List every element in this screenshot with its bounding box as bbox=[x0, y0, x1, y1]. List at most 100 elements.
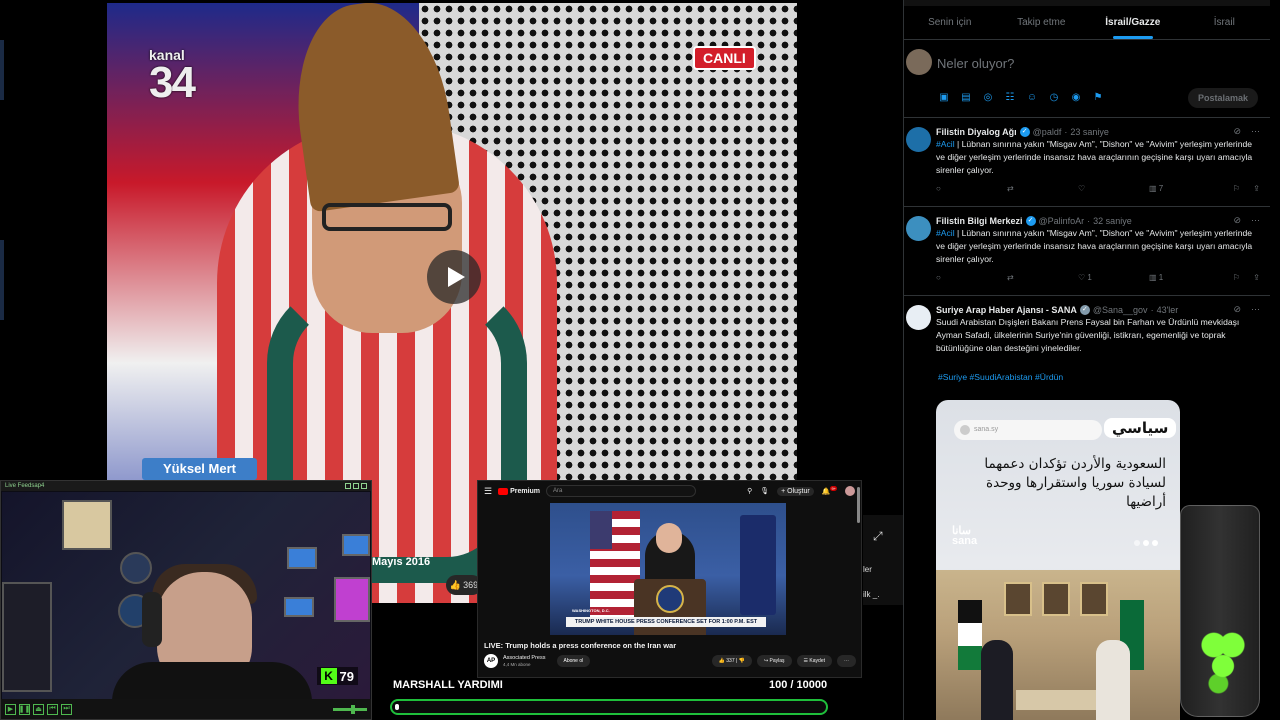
feed-titlebar[interactable]: Live Feedsap4 bbox=[1, 481, 371, 491]
monitor bbox=[284, 597, 314, 617]
views-count: 1 bbox=[1158, 273, 1164, 282]
author-name[interactable]: Filistin Diyalog Ağı bbox=[936, 127, 1017, 137]
more-options-icon[interactable]: ⋯ bbox=[1251, 304, 1260, 315]
emoji-icon[interactable]: ☺ bbox=[1026, 92, 1038, 104]
left-edge-decoration bbox=[0, 240, 4, 320]
microphone-icon[interactable]: 🎙 bbox=[760, 487, 769, 495]
retweet-icon[interactable]: ⇄ bbox=[1007, 184, 1078, 193]
pause-icon[interactable]: ❚❚ bbox=[19, 703, 30, 715]
grok-icon[interactable]: ⊘ bbox=[1233, 126, 1241, 137]
youtube-play-icon bbox=[498, 487, 509, 495]
youtube-player[interactable]: WASHINGTON, D.C. TRUMP WHITE HOUSE PRESS… bbox=[550, 503, 786, 635]
more-options-icon[interactable]: ⋯ bbox=[1251, 126, 1260, 137]
youtube-logo[interactable]: Premium bbox=[498, 487, 540, 495]
speaker-face bbox=[656, 523, 682, 553]
search-icon[interactable]: ⚲ bbox=[747, 487, 752, 495]
reply-icon[interactable]: ○ bbox=[936, 273, 1007, 282]
more-options-icon[interactable]: ⋯ bbox=[837, 655, 856, 667]
live-feed-window[interactable]: Live Feedsap4 K 79 ▶ ❚❚ ⏏ ⏮ ⏭ bbox=[0, 480, 372, 720]
gif-icon[interactable]: ▤ bbox=[960, 92, 972, 104]
shelf bbox=[2, 582, 52, 692]
grok-icon[interactable]: ⊘ bbox=[1233, 215, 1241, 226]
presidential-flag bbox=[740, 515, 776, 615]
avatar[interactable] bbox=[845, 486, 855, 496]
author-name[interactable]: Suriye Arap Haber Ajansı - SANA bbox=[936, 305, 1077, 315]
hamburger-menu-icon[interactable]: ☰ bbox=[484, 486, 492, 497]
bookmark-icon[interactable]: ⚐ bbox=[1220, 273, 1240, 282]
like-count: 337 bbox=[726, 658, 735, 664]
goal-count: 100 / 10000 bbox=[769, 679, 828, 691]
flag-icon[interactable]: ⚑ bbox=[1092, 92, 1104, 104]
shelf bbox=[62, 500, 112, 550]
reply-icon[interactable]: ○ bbox=[936, 184, 1007, 193]
monitor bbox=[334, 577, 370, 622]
goal-progress-fill bbox=[395, 704, 400, 710]
tweet-tools: ⊘ ⋯ bbox=[1233, 304, 1260, 315]
bell-icon[interactable]: 🔔9+ bbox=[822, 486, 837, 496]
tab-following[interactable]: Takip etme bbox=[996, 6, 1088, 39]
author-handle[interactable]: @paldf bbox=[1033, 127, 1062, 137]
like-dislike-button[interactable]: 👍 337 | 👎 bbox=[711, 655, 752, 667]
tweet-time[interactable]: 43'ler bbox=[1157, 305, 1179, 315]
expand-icon[interactable]: ⤢ bbox=[873, 529, 883, 544]
author-handle[interactable]: @PalinfoAr bbox=[1039, 216, 1085, 226]
retweet-icon[interactable]: ⇄ bbox=[1007, 273, 1078, 282]
poll-icon[interactable]: ☷ bbox=[1004, 92, 1016, 104]
scrollbar[interactable] bbox=[857, 487, 860, 523]
maximize-icon[interactable] bbox=[353, 483, 359, 489]
like-icon[interactable]: ♡ bbox=[1078, 184, 1149, 193]
schedule-icon[interactable]: ◷ bbox=[1048, 92, 1060, 104]
skip-back-icon[interactable]: ⏮ bbox=[47, 703, 58, 715]
avatar[interactable] bbox=[906, 216, 931, 241]
share-icon[interactable]: ⇪ bbox=[1240, 273, 1260, 282]
close-icon[interactable] bbox=[361, 483, 367, 489]
share-button[interactable]: ↪ Paylaş bbox=[756, 655, 792, 667]
channel-name[interactable]: Associated Press bbox=[503, 655, 546, 662]
tweet-media-card[interactable]: sana.sy سياسي السعودية والأردن تؤكدان دع… bbox=[936, 400, 1180, 720]
play-icon[interactable]: ▶ bbox=[5, 703, 16, 715]
compose-input[interactable]: Neler oluyor? bbox=[937, 56, 1014, 71]
author-name[interactable]: Filistin Bilgi Merkezi bbox=[936, 216, 1023, 226]
views-button[interactable]: ▥ 7 bbox=[1149, 184, 1220, 193]
person-right bbox=[1096, 640, 1130, 720]
eject-icon[interactable]: ⏏ bbox=[33, 703, 44, 715]
tab-israel-gaza[interactable]: İsrail/Gazze bbox=[1087, 6, 1179, 39]
avatar[interactable] bbox=[906, 127, 931, 152]
avatar[interactable] bbox=[906, 49, 932, 75]
play-button[interactable] bbox=[427, 250, 481, 304]
tweet-body: | Lübnan sınırına yakın "Misgav Am", "Di… bbox=[936, 139, 1253, 175]
create-button[interactable]: + Oluştur bbox=[777, 486, 814, 496]
views-button[interactable]: ▥ 1 bbox=[1149, 273, 1220, 282]
more-options-icon[interactable]: ⋯ bbox=[1251, 215, 1260, 226]
hashtag-list[interactable]: #Suriye #SuudiArabistan #Ürdün bbox=[938, 372, 1270, 382]
post-button[interactable]: Postalamak bbox=[1187, 88, 1258, 108]
subscribe-button[interactable]: Abone ol bbox=[556, 655, 591, 667]
tab-for-you[interactable]: Senin için bbox=[904, 6, 996, 39]
skip-forward-icon[interactable]: ⏭ bbox=[61, 703, 72, 715]
tweet[interactable]: Filistin Diyalog Ağı ✓ @paldf · 23 saniy… bbox=[904, 118, 1270, 207]
tab-israel[interactable]: İsrail bbox=[1179, 6, 1271, 39]
tweet[interactable]: Filistin Bilgi Merkezi ✓ @PalinfoAr · 32… bbox=[904, 207, 1270, 296]
save-button[interactable]: ☰ Kaydet bbox=[796, 655, 832, 667]
location-icon[interactable]: ◉ bbox=[1070, 92, 1082, 104]
person-left bbox=[981, 640, 1013, 720]
tweet-time[interactable]: 32 saniye bbox=[1093, 216, 1132, 226]
carousel-dot bbox=[1143, 540, 1149, 546]
minimize-icon[interactable] bbox=[345, 483, 351, 489]
search-input[interactable]: Ara bbox=[546, 485, 697, 497]
bookmark-icon[interactable]: ⚐ bbox=[1220, 184, 1240, 193]
tweet-header: Filistin Bilgi Merkezi ✓ @PalinfoAr · 32… bbox=[936, 215, 1270, 226]
image-icon[interactable]: ▣ bbox=[938, 92, 950, 104]
hashtag[interactable]: #Acil bbox=[936, 228, 955, 238]
channel-avatar[interactable]: AP bbox=[484, 654, 498, 668]
volume-slider[interactable] bbox=[333, 704, 367, 714]
share-icon[interactable]: ⇪ bbox=[1240, 184, 1260, 193]
author-handle[interactable]: @Sana__gov bbox=[1093, 305, 1148, 315]
hashtag[interactable]: #Acil bbox=[936, 139, 955, 149]
tweet-time[interactable]: 23 saniye bbox=[1070, 127, 1109, 137]
grok-icon[interactable]: ⊘ bbox=[1233, 304, 1241, 315]
avatar[interactable] bbox=[906, 305, 931, 330]
grok-icon[interactable]: ◎ bbox=[982, 92, 994, 104]
like-button[interactable]: ♡ 1 bbox=[1078, 273, 1149, 282]
youtube-window[interactable]: ☰ Premium Ara ⚲ 🎙 + Oluştur 🔔9+ WASHINGT… bbox=[477, 480, 862, 678]
